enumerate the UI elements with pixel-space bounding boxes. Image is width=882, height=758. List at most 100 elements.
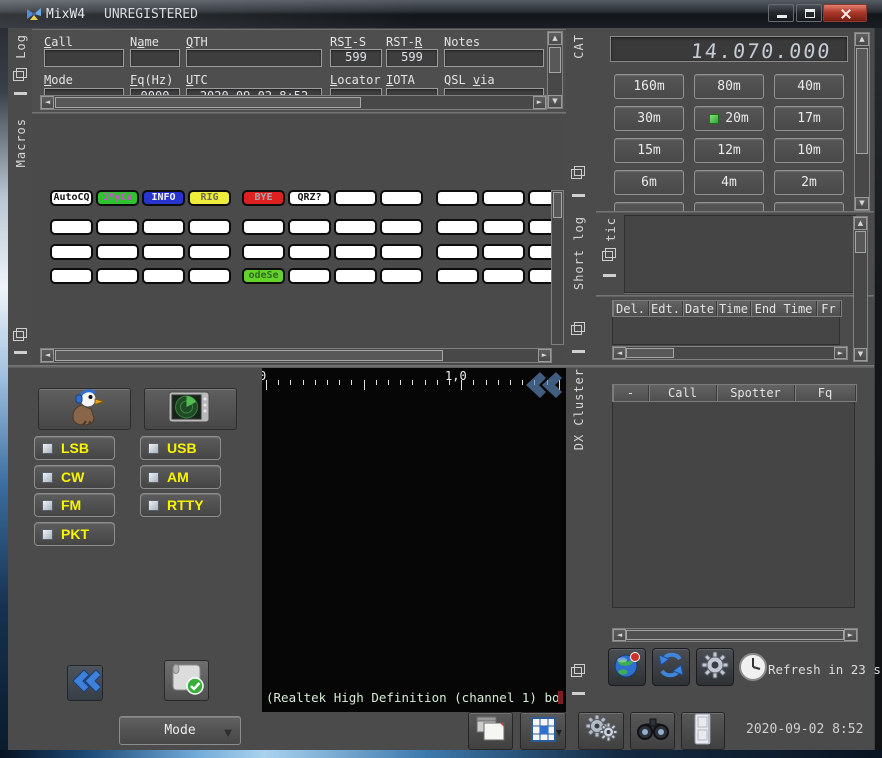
short-log-undock-icon[interactable] — [571, 322, 585, 335]
band-button-160m[interactable]: 160m — [614, 74, 684, 99]
scroll-right-arrow[interactable]: ► — [533, 96, 546, 109]
macro-button-blank[interactable] — [242, 244, 285, 260]
macro-button-blank[interactable] — [188, 244, 231, 260]
macro-button-blank[interactable] — [528, 190, 551, 206]
macro-button-blank[interactable] — [436, 219, 479, 235]
band-button-17m[interactable]: 17m — [774, 106, 844, 131]
collapse-panel-button[interactable] — [67, 665, 103, 701]
tab-statistic[interactable]: tic — [604, 217, 618, 242]
waterfall-display[interactable]: 0 1,0 (Realtek High Definition (channel … — [262, 368, 566, 712]
macros-undock-icon[interactable] — [13, 328, 27, 341]
macro-button-blank[interactable] — [380, 190, 423, 206]
scroll-left-arrow[interactable]: ◄ — [613, 347, 626, 359]
mode-button-am[interactable]: AM — [140, 465, 221, 489]
dx-web-button[interactable] — [608, 648, 646, 686]
dx-settings-button[interactable] — [696, 648, 734, 686]
macro-button-1myca[interactable]: 1MyCa — [96, 190, 139, 206]
dx-refresh-button[interactable] — [652, 648, 690, 686]
field-input-call[interactable] — [44, 49, 124, 67]
short-log-vertical-scrollbar[interactable]: ▲ ▼ — [853, 216, 868, 362]
settings-button[interactable] — [578, 712, 624, 750]
macro-button-blank[interactable] — [288, 244, 331, 260]
scroll-thumb[interactable] — [855, 231, 866, 253]
column-header-date[interactable]: Date — [683, 301, 717, 316]
tab-log[interactable]: Log — [14, 34, 28, 59]
statistic-undock-icon[interactable] — [602, 248, 616, 261]
macro-button-blank[interactable] — [380, 219, 423, 235]
macro-button-blank[interactable] — [50, 268, 93, 284]
band-button-12m[interactable]: 12m — [694, 138, 764, 163]
column-header-fq[interactable]: Fq — [795, 385, 856, 401]
log-minimize-icon[interactable] — [14, 92, 27, 95]
windows-view-button[interactable] — [468, 712, 513, 750]
macros-horizontal-scrollbar[interactable]: ◄ ► — [40, 348, 552, 363]
scroll-left-arrow[interactable]: ◄ — [613, 629, 626, 641]
macros-minimize-icon[interactable] — [14, 351, 27, 354]
macro-button-blank[interactable] — [96, 268, 139, 284]
band-button-30m[interactable]: 30m — [614, 106, 684, 131]
dx-horizontal-scrollbar[interactable]: ◄ ► — [612, 628, 858, 642]
tab-cat[interactable]: CAT — [572, 34, 586, 59]
cat-undock-icon[interactable] — [571, 166, 585, 179]
band-button-40m[interactable]: 40m — [774, 74, 844, 99]
scroll-down-arrow[interactable]: ▼ — [854, 348, 867, 361]
radar-screen-button[interactable] — [144, 388, 237, 430]
macro-button-rig[interactable]: RIG — [188, 190, 231, 206]
macro-button-blank[interactable] — [334, 268, 377, 284]
macro-button-blank[interactable] — [380, 244, 423, 260]
scroll-up-arrow[interactable]: ▲ — [854, 217, 867, 230]
scroll-left-arrow[interactable]: ◄ — [41, 96, 54, 109]
scroll-up-arrow[interactable]: ▲ — [548, 32, 562, 45]
field-input-rsts[interactable]: 599 — [330, 49, 382, 67]
band-button-20m[interactable]: 20m — [694, 106, 764, 131]
column-header-call[interactable]: Call — [649, 385, 717, 401]
butterfly-logo-icon[interactable] — [26, 6, 42, 26]
macro-button-blank[interactable] — [334, 244, 377, 260]
tab-macros[interactable]: Macros — [14, 118, 28, 167]
column-header-edt[interactable]: Edt. — [649, 301, 683, 316]
band-button-10m[interactable]: 10m — [774, 138, 844, 163]
macro-button-blank[interactable] — [288, 219, 331, 235]
macro-button-blank[interactable] — [96, 244, 139, 260]
scroll-thumb[interactable] — [55, 97, 361, 108]
macro-button-blank[interactable] — [188, 268, 231, 284]
maximize-button[interactable] — [796, 4, 822, 22]
macro-button-blank[interactable] — [50, 244, 93, 260]
field-input-rstr[interactable]: 599 — [386, 49, 438, 67]
band-button-4m[interactable]: 4m — [694, 170, 764, 195]
column-header-dash[interactable]: - — [613, 385, 649, 401]
scroll-right-arrow[interactable]: ► — [844, 629, 857, 641]
log-script-button[interactable] — [164, 660, 209, 701]
scroll-thumb[interactable] — [856, 48, 868, 154]
minimize-button[interactable] — [768, 4, 794, 22]
dx-cluster-minimize-icon[interactable] — [572, 692, 585, 695]
mode-button-rtty[interactable]: RTTY — [140, 493, 221, 517]
scroll-left-arrow[interactable]: ◄ — [41, 349, 54, 362]
macro-button-blank[interactable] — [482, 219, 525, 235]
macros-vertical-scrollbar[interactable] — [551, 190, 564, 345]
tab-short-log[interactable]: Short log — [572, 216, 586, 290]
scroll-down-arrow[interactable]: ▼ — [548, 95, 562, 108]
log-horizontal-scrollbar[interactable]: ◄ ► — [40, 95, 547, 110]
mode-button-usb[interactable]: USB — [140, 436, 221, 460]
scroll-thumb[interactable] — [55, 350, 443, 361]
column-header-spotter[interactable]: Spotter — [717, 385, 795, 401]
macro-button-blank[interactable] — [528, 244, 551, 260]
close-button[interactable] — [823, 4, 867, 22]
macro-button-blank[interactable] — [188, 219, 231, 235]
macro-button-bye[interactable]: BYE — [242, 190, 285, 206]
scroll-up-arrow[interactable]: ▲ — [855, 33, 869, 46]
mode-button-cw[interactable]: CW — [34, 465, 115, 489]
scroll-right-arrow[interactable]: ► — [834, 347, 847, 359]
macro-button-blank[interactable] — [436, 268, 479, 284]
field-input-notes[interactable] — [444, 49, 544, 67]
column-header-del[interactable]: Del. — [613, 301, 649, 316]
column-header-time[interactable]: Time — [717, 301, 751, 316]
field-input-qth[interactable] — [186, 49, 322, 67]
macro-button-info[interactable]: INFO — [142, 190, 185, 206]
cat-vertical-scrollbar[interactable]: ▲ ▼ — [854, 32, 870, 211]
mode-button-pkt[interactable]: PKT — [34, 522, 115, 546]
statistic-minimize-icon[interactable] — [603, 274, 616, 277]
scroll-right-arrow[interactable]: ► — [538, 349, 551, 362]
field-input-name[interactable] — [130, 49, 180, 67]
